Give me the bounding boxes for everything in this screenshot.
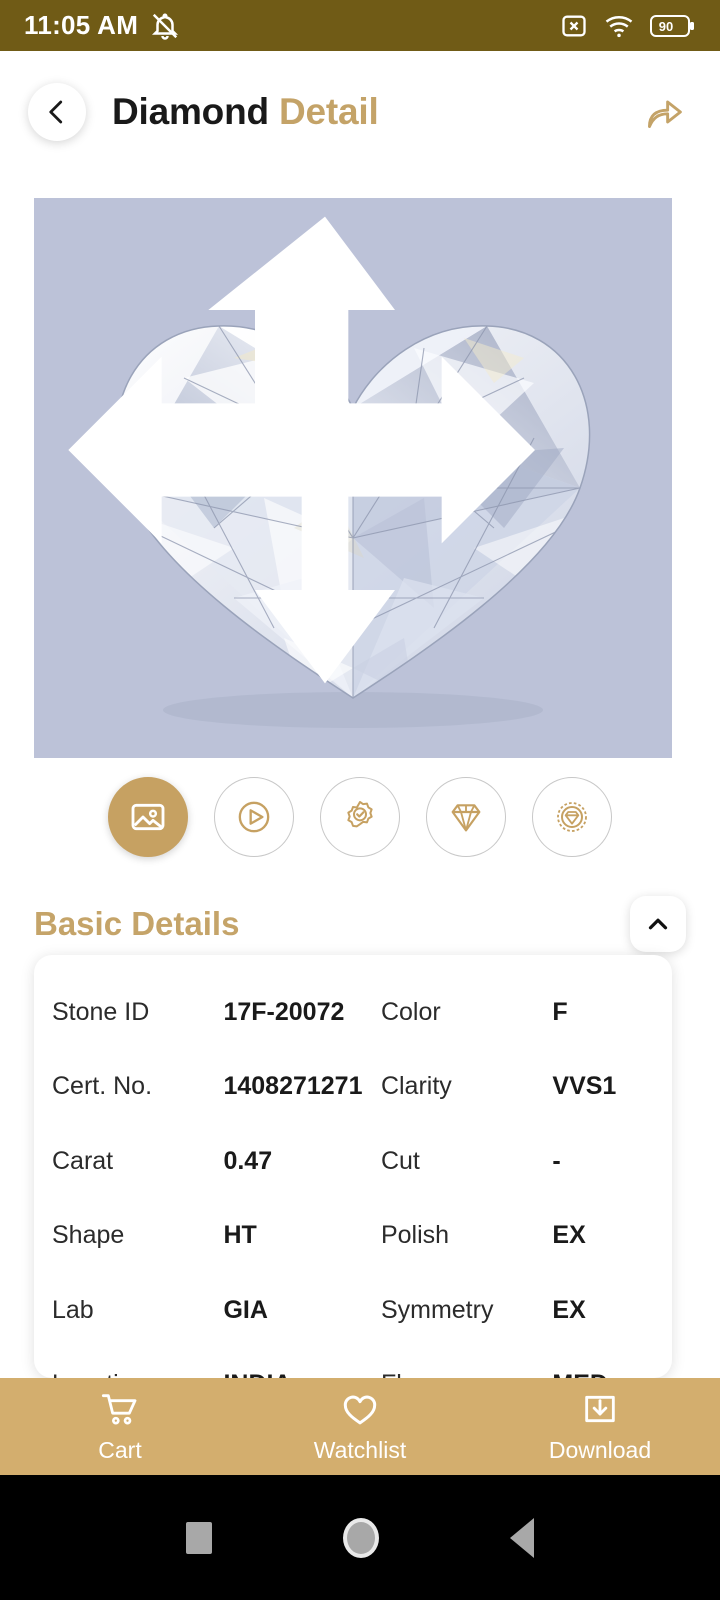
sim-no-signal-icon xyxy=(562,15,586,36)
battery-icon: 90 xyxy=(650,14,694,37)
back-nav-button[interactable] xyxy=(510,1517,535,1558)
recents-button[interactable] xyxy=(185,1521,212,1554)
play-circle-icon xyxy=(238,801,270,833)
download-tray-icon xyxy=(585,1395,615,1423)
table-row: Location INDIA Fluorescence MED xyxy=(34,1348,672,1378)
detail-value: 0.47 xyxy=(223,1146,273,1175)
detail-label: Stone ID xyxy=(52,997,150,1026)
detail-value: HT xyxy=(223,1221,257,1250)
cart-label: Cart xyxy=(98,1437,142,1463)
detail-label: Clarity xyxy=(380,1072,452,1101)
table-row: Carat 0.47 Cut - xyxy=(34,1124,672,1199)
media-thumbnail-row xyxy=(0,776,720,858)
image-icon xyxy=(131,803,165,831)
download-button[interactable]: Download xyxy=(480,1389,720,1464)
table-row: Shape HT Polish EX xyxy=(34,1199,672,1274)
detail-value: EX xyxy=(552,1221,586,1250)
bell-muted-icon xyxy=(152,13,179,40)
detail-label: Carat xyxy=(52,1146,114,1175)
app-root: 11:05 AM 90 Diamond Detail Basic Details… xyxy=(0,0,720,1600)
home-button[interactable] xyxy=(342,1517,379,1558)
table-row: Stone ID 17F-20072 Color F xyxy=(34,975,672,1050)
detail-value: EX xyxy=(552,1295,586,1324)
section-title: Basic Details xyxy=(34,905,240,942)
download-label: Download xyxy=(548,1437,652,1463)
detail-value: INDIA xyxy=(223,1370,380,1378)
diamond-icon xyxy=(451,804,481,832)
watchlist-button[interactable]: Watchlist xyxy=(240,1389,480,1464)
detail-value: - xyxy=(552,1146,561,1175)
status-time: 11:05 AM xyxy=(24,10,139,40)
detail-value: MED xyxy=(552,1370,672,1378)
table-row: Cert. No. 1408271271 Clarity VVS1 xyxy=(34,1050,672,1125)
detail-label: Cut xyxy=(380,1146,420,1175)
status-bar-right: 90 xyxy=(560,11,696,41)
page-header: Diamond Detail xyxy=(0,51,720,173)
share-arrow-icon xyxy=(647,100,682,128)
diamond-seal-icon xyxy=(557,802,587,832)
detail-value: 17F-20072 xyxy=(223,997,345,1026)
detail-value: 1408271271 xyxy=(223,1072,363,1101)
status-bar: 11:05 AM 90 xyxy=(0,0,720,51)
basic-details-section-header: Basic Details xyxy=(0,893,720,955)
collapse-toggle-button[interactable] xyxy=(630,896,686,952)
detail-label: Location xyxy=(52,1370,223,1378)
watchlist-label: Watchlist xyxy=(313,1437,407,1463)
certificate-seal-icon xyxy=(347,801,373,828)
detail-value: F xyxy=(552,997,568,1026)
thumbnail-certificate[interactable] xyxy=(320,777,400,857)
detail-label: Polish xyxy=(380,1221,450,1250)
wifi-icon xyxy=(605,15,633,37)
diamond-image-viewer[interactable] xyxy=(34,198,672,758)
detail-label: Cert. No. xyxy=(52,1072,153,1101)
basic-details-card: Stone ID 17F-20072 Color F Cert. No. 140… xyxy=(34,955,672,1378)
back-button[interactable] xyxy=(28,83,86,141)
page-title: Diamond Detail xyxy=(112,91,379,133)
detail-label: Symmetry xyxy=(380,1295,494,1324)
page-title-accent: Detail xyxy=(278,91,379,132)
android-nav-bar xyxy=(0,1475,720,1600)
thumbnail-diamond-seal[interactable] xyxy=(532,777,612,857)
page-title-primary: Diamond xyxy=(112,91,269,132)
thumbnail-diamond[interactable] xyxy=(426,777,506,857)
chevron-up-icon xyxy=(648,918,668,930)
detail-label: Fluorescence xyxy=(381,1370,552,1378)
cart-button[interactable]: Cart xyxy=(0,1389,240,1464)
shopping-cart-icon xyxy=(101,1394,137,1425)
expand-arrows-icon[interactable] xyxy=(34,198,644,730)
heart-icon xyxy=(343,1395,377,1425)
status-bar-left: 11:05 AM xyxy=(24,10,180,41)
battery-level: 90 xyxy=(659,19,673,34)
detail-label: Shape xyxy=(52,1221,125,1250)
table-row: Lab GIA Symmetry EX xyxy=(34,1273,672,1348)
share-button[interactable] xyxy=(636,84,692,140)
detail-label: Lab xyxy=(52,1295,94,1324)
thumbnail-image[interactable] xyxy=(108,777,188,857)
bottom-action-bar: Cart Watchlist Download xyxy=(0,1378,720,1475)
detail-label: Color xyxy=(380,997,441,1026)
chevron-left-icon xyxy=(49,100,63,124)
detail-value: GIA xyxy=(223,1295,268,1324)
detail-value: VVS1 xyxy=(552,1072,617,1101)
thumbnail-video[interactable] xyxy=(214,777,294,857)
